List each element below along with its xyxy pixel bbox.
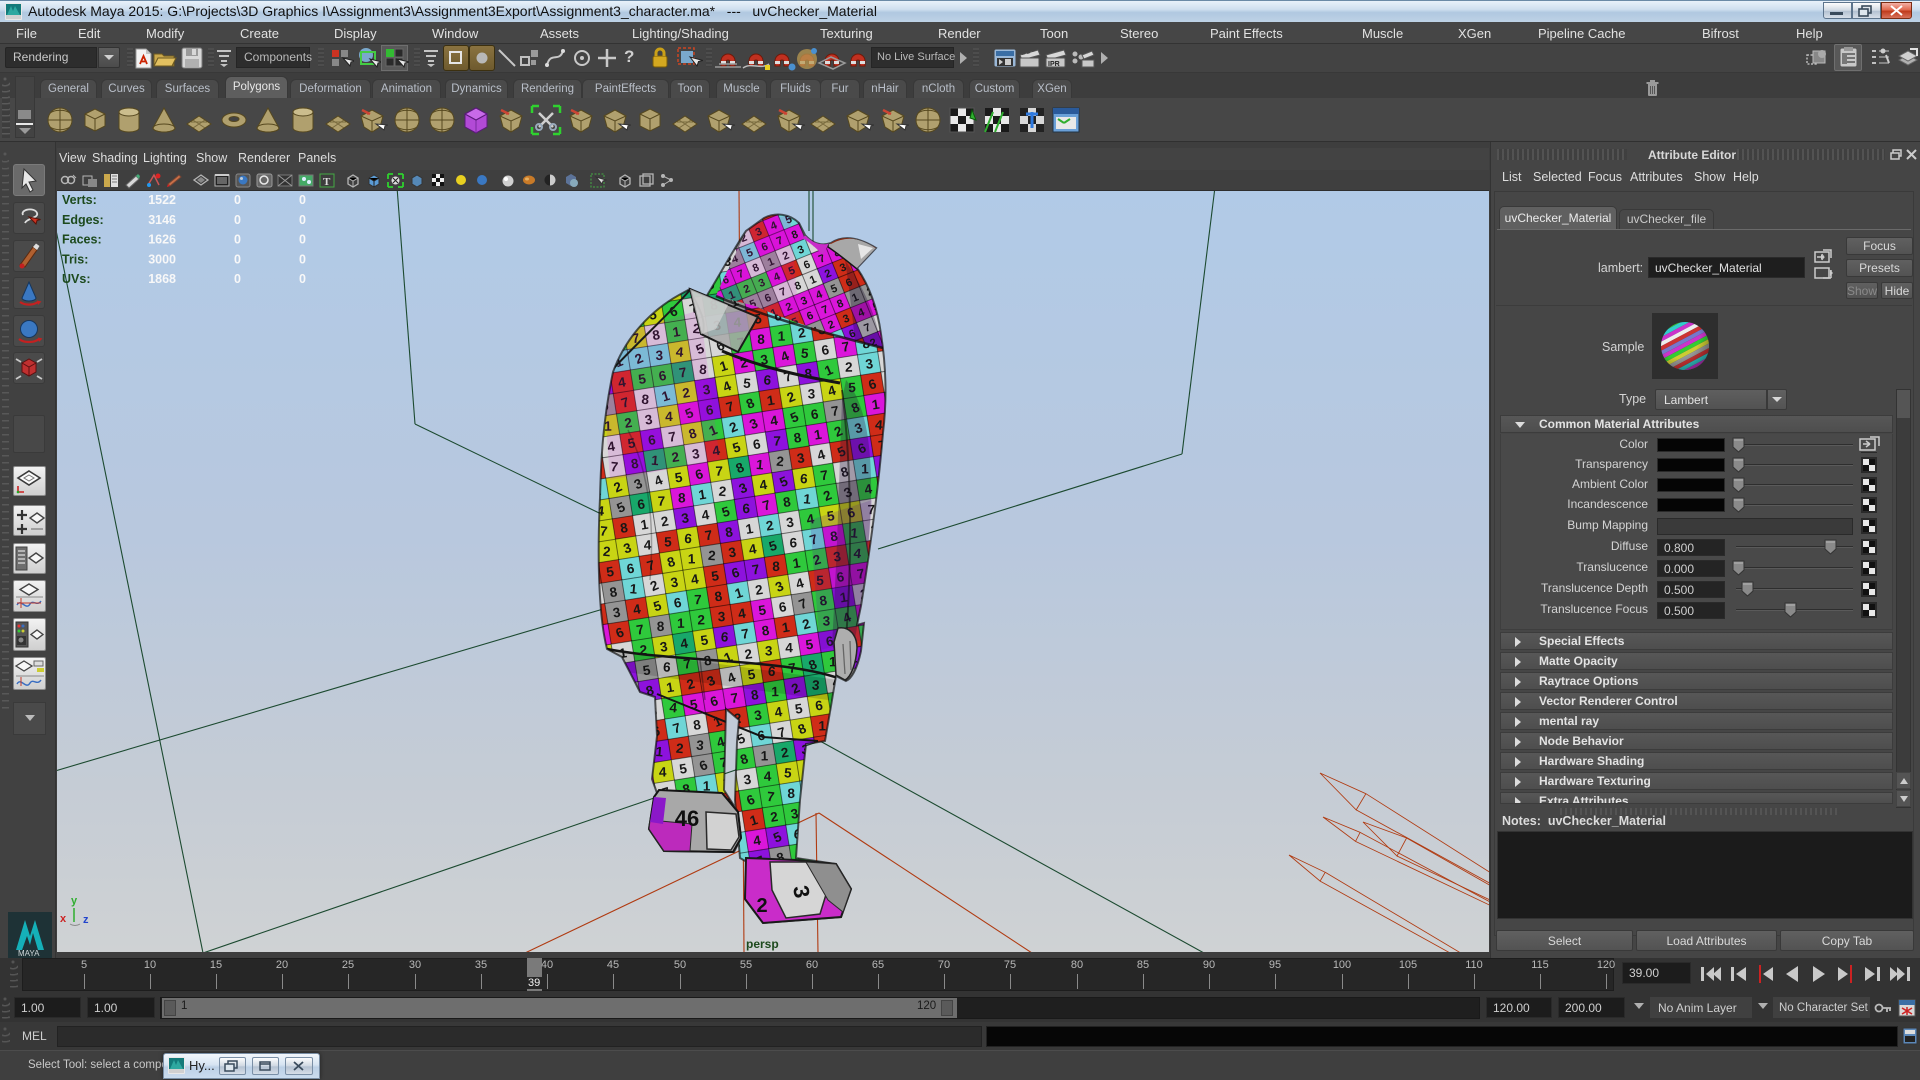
svg-text:Tris:: Tris:: [62, 252, 88, 266]
svg-text:0: 0: [234, 213, 241, 227]
svg-text:7: 7: [715, 464, 723, 479]
svg-text:7: 7: [766, 789, 775, 805]
svg-text:IPR: IPR: [1048, 61, 1060, 68]
svg-text:3: 3: [718, 609, 726, 624]
svg-text:2: 2: [697, 612, 705, 627]
svg-text:1: 1: [688, 551, 696, 566]
svg-text:1: 1: [818, 718, 826, 733]
svg-text:1522: 1522: [148, 193, 176, 207]
svg-text:0: 0: [299, 252, 306, 266]
svg-text:UVs:: UVs:: [62, 272, 90, 286]
svg-text:Edges:: Edges:: [62, 213, 104, 227]
svg-text:2: 2: [675, 741, 684, 757]
svg-text:4: 4: [644, 537, 652, 552]
svg-text:1: 1: [777, 329, 785, 344]
svg-text:2: 2: [707, 548, 716, 564]
svg-text:Verts:: Verts:: [62, 193, 97, 207]
svg-text:0: 0: [299, 272, 306, 286]
svg-text:x: x: [60, 913, 67, 925]
svg-text:4: 4: [764, 769, 772, 784]
svg-text:8: 8: [757, 332, 765, 347]
svg-text:1: 1: [677, 616, 685, 631]
svg-text:0: 0: [299, 233, 306, 247]
svg-text:3000: 3000: [148, 252, 176, 266]
svg-text:8: 8: [678, 490, 686, 505]
svg-text:3146: 3146: [148, 213, 176, 227]
svg-text:8: 8: [657, 619, 665, 634]
svg-text:2: 2: [756, 895, 767, 917]
svg-text:MAYA: MAYA: [18, 949, 40, 958]
svg-text:7: 7: [773, 434, 781, 449]
svg-text:7: 7: [599, 523, 608, 539]
svg-text:0: 0: [234, 233, 241, 247]
svg-text:2: 2: [602, 544, 611, 560]
svg-text:persp: persp: [746, 937, 779, 951]
svg-text:1868: 1868: [148, 272, 176, 286]
svg-text:46: 46: [675, 806, 699, 831]
svg-text:0: 0: [299, 193, 306, 207]
svg-text:z: z: [83, 914, 89, 926]
svg-text:2: 2: [776, 454, 785, 470]
svg-text:0: 0: [234, 272, 241, 286]
svg-text:6: 6: [789, 535, 797, 550]
svg-text:3: 3: [808, 386, 816, 401]
svg-text:2: 2: [845, 360, 853, 375]
svg-text:Faces:: Faces:: [62, 233, 102, 247]
svg-text:3: 3: [765, 643, 773, 658]
svg-text:0: 0: [299, 213, 306, 227]
svg-text:6: 6: [742, 501, 750, 516]
svg-text:1: 1: [761, 748, 769, 763]
svg-text:y: y: [71, 895, 78, 907]
svg-text:5: 5: [664, 534, 672, 549]
svg-text:2: 2: [718, 484, 727, 500]
svg-text:0: 0: [234, 193, 241, 207]
svg-text:T: T: [323, 176, 331, 188]
svg-text:1626: 1626: [148, 233, 176, 247]
svg-text:4: 4: [785, 640, 793, 655]
svg-text:8: 8: [772, 559, 780, 574]
svg-text:0: 0: [234, 252, 241, 266]
svg-text:7: 7: [694, 592, 702, 607]
svg-text:4: 4: [659, 765, 667, 780]
svg-text:7: 7: [658, 494, 666, 509]
svg-text:8: 8: [787, 786, 795, 801]
